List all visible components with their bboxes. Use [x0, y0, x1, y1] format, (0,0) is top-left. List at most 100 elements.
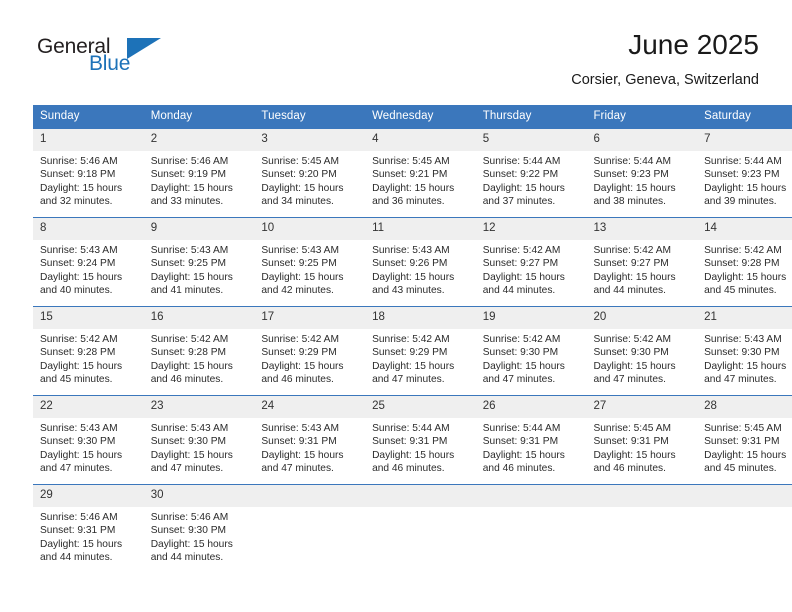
- day-cell[interactable]: 2 Sunrise: 5:46 AM Sunset: 9:19 PM Dayli…: [143, 128, 255, 218]
- weekday-header-saturday: Saturday: [697, 105, 792, 129]
- day-cell[interactable]: 28 Sunrise: 5:45 AM Sunset: 9:31 PM Dayl…: [697, 395, 792, 485]
- daylight-text: Daylight: 15 hours and 46 minutes.: [261, 360, 344, 386]
- sunset-text: Sunset: 9:27 PM: [482, 258, 559, 270]
- day-cell[interactable]: 4 Sunrise: 5:45 AM Sunset: 9:21 PM Dayli…: [365, 128, 476, 218]
- day-cell[interactable]: 20 Sunrise: 5:42 AM Sunset: 9:30 PM Dayl…: [586, 306, 698, 396]
- day-cell[interactable]: 27 Sunrise: 5:45 AM Sunset: 9:31 PM Dayl…: [586, 395, 698, 485]
- day-number: 14: [697, 218, 792, 240]
- day-cell[interactable]: 9 Sunrise: 5:43 AM Sunset: 9:25 PM Dayli…: [143, 217, 255, 307]
- sunset-text: Sunset: 9:20 PM: [261, 169, 337, 181]
- day-number: 24: [254, 396, 366, 418]
- sunset-text: Sunset: 9:18 PM: [40, 169, 116, 181]
- day-cell[interactable]: 12 Sunrise: 5:42 AM Sunset: 9:27 PM Dayl…: [475, 217, 587, 307]
- day-cell[interactable]: 24 Sunrise: 5:43 AM Sunset: 9:31 PM Dayl…: [254, 395, 366, 485]
- day-cell-empty: [365, 484, 476, 573]
- day-number: 18: [365, 307, 476, 329]
- sunrise-text: Sunrise: 5:46 AM: [40, 512, 118, 523]
- day-cell[interactable]: 30 Sunrise: 5:46 AM Sunset: 9:30 PM Dayl…: [143, 484, 255, 573]
- sunrise-text: Sunrise: 5:42 AM: [593, 334, 672, 345]
- day-details: Sunrise: 5:44 AM Sunset: 9:31 PM Dayligh…: [365, 418, 476, 476]
- sunset-text: Sunset: 9:23 PM: [704, 169, 780, 181]
- daylight-text: Daylight: 15 hours and 47 minutes.: [261, 449, 344, 475]
- daylight-text: Daylight: 15 hours and 43 minutes.: [372, 271, 455, 297]
- day-cell[interactable]: 7 Sunrise: 5:44 AM Sunset: 9:23 PM Dayli…: [697, 128, 792, 218]
- daylight-text: Daylight: 15 hours and 44 minutes.: [593, 271, 676, 297]
- day-number: 7: [697, 129, 792, 151]
- day-number: 3: [254, 129, 366, 151]
- sunset-text: Sunset: 9:19 PM: [150, 169, 227, 181]
- day-details: Sunrise: 5:46 AM Sunset: 9:19 PM Dayligh…: [144, 151, 255, 209]
- day-cell[interactable]: 6 Sunrise: 5:44 AM Sunset: 9:23 PM Dayli…: [586, 128, 698, 218]
- sunset-text: Sunset: 9:30 PM: [704, 347, 780, 359]
- weekday-header-row: Sunday Monday Tuesday Wednesday Thursday…: [33, 105, 792, 129]
- day-details: Sunrise: 5:44 AM Sunset: 9:23 PM Dayligh…: [697, 151, 792, 209]
- sunrise-text: Sunrise: 5:43 AM: [372, 245, 450, 256]
- day-cell[interactable]: 29 Sunrise: 5:46 AM Sunset: 9:31 PM Dayl…: [33, 484, 144, 573]
- day-cell[interactable]: 15 Sunrise: 5:42 AM Sunset: 9:28 PM Dayl…: [33, 306, 144, 396]
- day-details: Sunrise: 5:44 AM Sunset: 9:31 PM Dayligh…: [476, 418, 587, 476]
- day-number: 27: [586, 396, 698, 418]
- daylight-text: Daylight: 15 hours and 47 minutes.: [593, 360, 676, 386]
- day-cell[interactable]: 18 Sunrise: 5:42 AM Sunset: 9:29 PM Dayl…: [365, 306, 476, 396]
- day-cell[interactable]: 23 Sunrise: 5:43 AM Sunset: 9:30 PM Dayl…: [143, 395, 255, 485]
- sunrise-text: Sunrise: 5:44 AM: [482, 156, 561, 167]
- sunrise-text: Sunrise: 5:43 AM: [40, 423, 118, 434]
- day-number: 4: [365, 129, 476, 151]
- sunset-text: Sunset: 9:31 PM: [593, 436, 669, 448]
- day-details: Sunrise: 5:43 AM Sunset: 9:30 PM Dayligh…: [144, 418, 255, 476]
- day-details: Sunrise: 5:44 AM Sunset: 9:22 PM Dayligh…: [476, 151, 587, 209]
- day-details: Sunrise: 5:44 AM Sunset: 9:23 PM Dayligh…: [586, 151, 697, 209]
- day-number: 25: [365, 396, 476, 418]
- day-cell[interactable]: 8 Sunrise: 5:43 AM Sunset: 9:24 PM Dayli…: [33, 217, 144, 307]
- sunset-text: Sunset: 9:28 PM: [150, 347, 227, 359]
- day-cell[interactable]: 19 Sunrise: 5:42 AM Sunset: 9:30 PM Dayl…: [475, 306, 587, 396]
- sunrise-text: Sunrise: 5:43 AM: [704, 334, 782, 345]
- sunset-text: Sunset: 9:25 PM: [150, 258, 227, 270]
- day-cell-empty: [254, 484, 366, 573]
- logo-text-blue: Blue: [89, 52, 131, 75]
- day-cell[interactable]: 1 Sunrise: 5:46 AM Sunset: 9:18 PM Dayli…: [33, 128, 144, 218]
- day-number: 30: [143, 485, 255, 507]
- sunrise-text: Sunrise: 5:43 AM: [150, 245, 229, 256]
- sunset-text: Sunset: 9:26 PM: [372, 258, 448, 270]
- day-number: 29: [33, 485, 144, 507]
- sunrise-text: Sunrise: 5:42 AM: [482, 245, 561, 256]
- general-blue-logo: General Blue: [33, 36, 233, 86]
- day-cell[interactable]: 10 Sunrise: 5:43 AM Sunset: 9:25 PM Dayl…: [254, 217, 366, 307]
- day-cell[interactable]: 13 Sunrise: 5:42 AM Sunset: 9:27 PM Dayl…: [586, 217, 698, 307]
- day-number: 10: [254, 218, 366, 240]
- day-cell[interactable]: 21 Sunrise: 5:43 AM Sunset: 9:30 PM Dayl…: [697, 306, 792, 396]
- day-cell[interactable]: 26 Sunrise: 5:44 AM Sunset: 9:31 PM Dayl…: [475, 395, 587, 485]
- day-details: Sunrise: 5:45 AM Sunset: 9:31 PM Dayligh…: [586, 418, 697, 476]
- daylight-text: Daylight: 15 hours and 47 minutes.: [482, 360, 565, 386]
- day-number: 12: [475, 218, 587, 240]
- day-details: Sunrise: 5:43 AM Sunset: 9:25 PM Dayligh…: [254, 240, 365, 298]
- day-cell[interactable]: 25 Sunrise: 5:44 AM Sunset: 9:31 PM Dayl…: [365, 395, 476, 485]
- day-cell[interactable]: 5 Sunrise: 5:44 AM Sunset: 9:22 PM Dayli…: [475, 128, 587, 218]
- page-subtitle: Corsier, Geneva, Switzerland: [571, 72, 759, 88]
- sunrise-text: Sunrise: 5:42 AM: [593, 245, 672, 256]
- day-cell[interactable]: 11 Sunrise: 5:43 AM Sunset: 9:26 PM Dayl…: [365, 217, 476, 307]
- day-number: 6: [586, 129, 698, 151]
- sunset-text: Sunset: 9:23 PM: [593, 169, 669, 181]
- calendar-body: 1 Sunrise: 5:46 AM Sunset: 9:18 PM Dayli…: [33, 128, 792, 573]
- day-number: 9: [143, 218, 255, 240]
- daylight-text: Daylight: 15 hours and 39 minutes.: [704, 182, 787, 208]
- day-number: 2: [143, 129, 255, 151]
- daylight-text: Daylight: 15 hours and 32 minutes.: [40, 182, 123, 208]
- day-details: Sunrise: 5:42 AM Sunset: 9:29 PM Dayligh…: [254, 329, 365, 387]
- day-cell[interactable]: 3 Sunrise: 5:45 AM Sunset: 9:20 PM Dayli…: [254, 128, 366, 218]
- day-cell[interactable]: 17 Sunrise: 5:42 AM Sunset: 9:29 PM Dayl…: [254, 306, 366, 396]
- day-details: Sunrise: 5:46 AM Sunset: 9:30 PM Dayligh…: [144, 507, 255, 565]
- sunrise-text: Sunrise: 5:43 AM: [261, 423, 339, 434]
- sunset-text: Sunset: 9:28 PM: [40, 347, 116, 359]
- daylight-text: Daylight: 15 hours and 45 minutes.: [704, 449, 787, 475]
- sunrise-text: Sunrise: 5:44 AM: [372, 423, 450, 434]
- weekday-header-thursday: Thursday: [475, 105, 587, 129]
- sunset-text: Sunset: 9:31 PM: [482, 436, 559, 448]
- page-header: General Blue June 2025 Corsier, Geneva, …: [33, 28, 759, 98]
- day-cell[interactable]: 16 Sunrise: 5:42 AM Sunset: 9:28 PM Dayl…: [143, 306, 255, 396]
- day-cell[interactable]: 14 Sunrise: 5:42 AM Sunset: 9:28 PM Dayl…: [697, 217, 792, 307]
- sunset-text: Sunset: 9:22 PM: [482, 169, 559, 181]
- day-cell[interactable]: 22 Sunrise: 5:43 AM Sunset: 9:30 PM Dayl…: [33, 395, 144, 485]
